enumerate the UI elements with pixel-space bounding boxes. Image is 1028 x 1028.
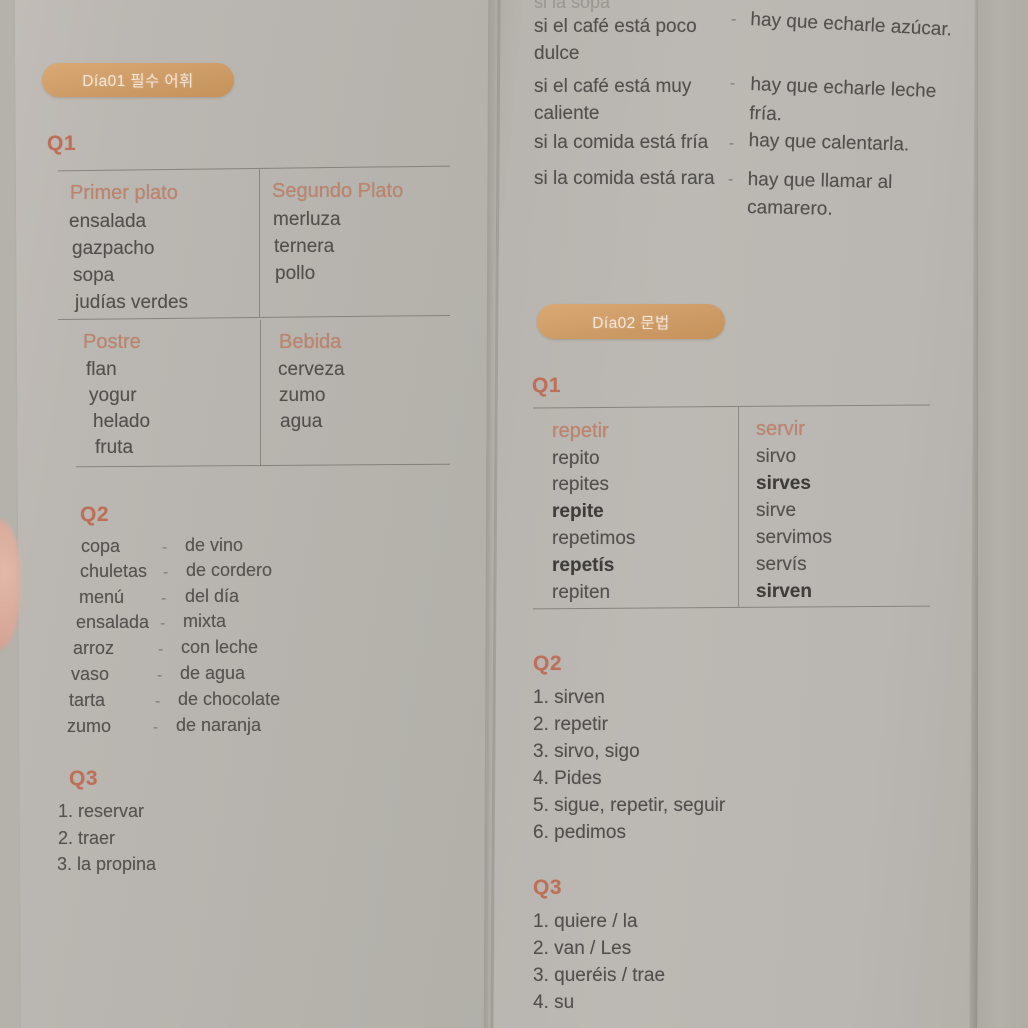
sentence-dash: - [731, 11, 737, 28]
pair-dash: - [160, 615, 166, 632]
right-q2-label: Q2 [533, 652, 563, 675]
pair-left: tarta [69, 690, 106, 710]
item: flan [86, 359, 117, 380]
pair-right: de naranja [176, 715, 262, 735]
verb-form: repetís [552, 555, 615, 576]
item: ensalada [69, 211, 147, 232]
list-item: 6. pedimos [533, 822, 626, 843]
pair-dash: - [155, 693, 161, 710]
verb-form: repito [552, 448, 600, 469]
background-surface [978, 0, 1028, 1028]
thumb [0, 520, 20, 650]
pair-right: mixta [183, 611, 227, 631]
pair-left: ensalada [76, 612, 150, 632]
list-item: 4. Pides [533, 768, 602, 789]
left-q3-label: Q3 [69, 767, 99, 790]
cutoff-text: si la sopa [534, 0, 611, 12]
item: fruta [95, 437, 134, 458]
pair-right: de agua [180, 663, 246, 683]
verb-form: servimos [756, 527, 833, 548]
verb-form: sirves [756, 473, 811, 494]
pair-left: zumo [67, 716, 112, 736]
pair-dash: - [161, 590, 167, 607]
item: cerveza [278, 359, 345, 380]
item: yogur [89, 385, 137, 406]
list-item: 1. quiere / la [533, 911, 638, 932]
sentence-right: hay que echarle leche fría. [748, 73, 937, 126]
pair-right: de cordero [186, 560, 273, 580]
item: zumo [279, 385, 326, 406]
pair-dash: - [153, 719, 159, 736]
pair-right: de vino [185, 535, 244, 555]
verb-form: repiten [552, 582, 611, 603]
pair-dash: - [158, 641, 164, 658]
list-item: 2. traer [58, 828, 116, 848]
verb-form: repites [552, 474, 610, 495]
table-divider-lower [260, 320, 261, 466]
pair-right: del día [185, 586, 240, 606]
item: sopa [73, 265, 115, 286]
pair-left: menú [79, 587, 125, 607]
left-q2-label: Q2 [80, 503, 110, 526]
verb-form: repetimos [552, 528, 636, 549]
list-item: 4. su [533, 992, 575, 1013]
verb-form: repite [552, 501, 604, 522]
list-item: 1. reservar [58, 801, 145, 821]
verb-form: servís [756, 554, 807, 575]
right-q1-label: Q1 [532, 374, 562, 397]
verb-infinitive-servir: servir [756, 418, 805, 440]
book-photo: Día01 필수 어휘 Q1 Primer plato ensalada gaz… [0, 0, 1028, 1028]
pair-dash: - [163, 564, 169, 581]
sentence-right: hay que calentarla. [748, 130, 910, 156]
verb-form: sirvo [756, 446, 797, 467]
sentence-left: si el café está poco dulce [534, 16, 697, 64]
list-item: 2. van / Les [533, 938, 632, 959]
sentence-left: si el café está muy caliente [534, 76, 692, 124]
pair-right: de chocolate [178, 689, 281, 709]
item: pollo [275, 263, 316, 284]
list-item: 3. la propina [57, 854, 157, 874]
verb-infinitive-repetir: repetir [552, 420, 609, 442]
list-item: 5. sigue, repetir, seguir [533, 795, 726, 816]
sentence-dash: - [729, 135, 735, 152]
category-primer-plato: Primer plato [70, 182, 178, 204]
list-item: 1. sirven [533, 687, 605, 708]
verb-form: sirven [756, 581, 812, 602]
item: gazpacho [72, 238, 155, 259]
badge-dia01: Día01 필수 어휘 [42, 63, 234, 97]
list-item: 3. sirvo, sigo [533, 741, 640, 762]
pair-dash: - [162, 539, 168, 556]
pair-left: arroz [73, 638, 115, 658]
sentence-dash: - [728, 171, 734, 188]
sentence-left: si la comida está fría [534, 132, 709, 153]
pair-dash: - [157, 667, 163, 684]
list-item: 2. repetir [533, 714, 608, 735]
category-bebida: Bebida [279, 331, 342, 353]
pair-left: chuletas [80, 561, 148, 581]
left-q1-label: Q1 [47, 132, 77, 155]
sentence-left: si la comida está rara [534, 168, 715, 189]
verb-table-divider [738, 407, 739, 607]
verb-form: sirve [756, 500, 797, 521]
category-postre: Postre [83, 331, 141, 353]
pair-left: copa [81, 536, 121, 556]
sentence-dash: - [730, 75, 736, 92]
table-divider-upper [259, 169, 260, 317]
item: merluza [273, 209, 341, 230]
sentence-right: hay que llamar al camarero. [746, 168, 893, 220]
right-q3-label: Q3 [533, 876, 563, 899]
category-segundo-plato: Segundo Plato [272, 180, 404, 202]
pair-left: vaso [71, 664, 110, 684]
list-item: 3. queréis / trae [533, 965, 666, 986]
item: helado [93, 411, 151, 432]
item: agua [280, 411, 323, 432]
item: judías verdes [75, 292, 189, 313]
pair-right: con leche [181, 637, 259, 657]
badge-dia02: Día02 문법 [537, 304, 725, 339]
item: ternera [274, 236, 335, 257]
